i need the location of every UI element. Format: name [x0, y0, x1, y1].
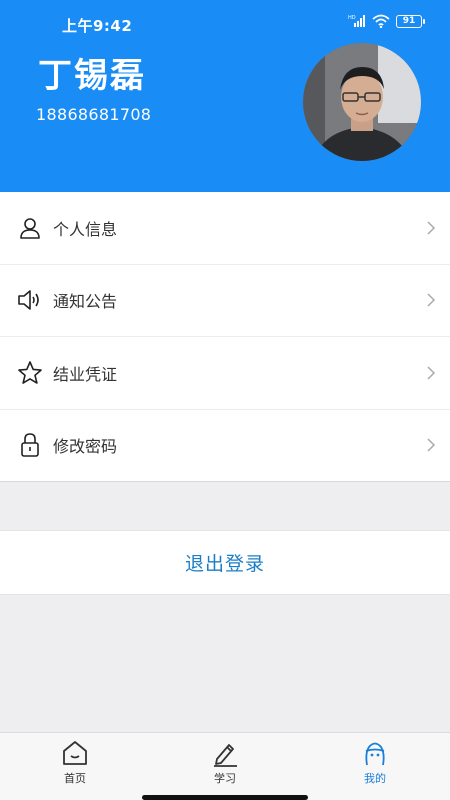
person-icon [17, 215, 43, 241]
menu-item-certificate[interactable]: 结业凭证 [0, 337, 450, 410]
signal-icon: HD [348, 15, 365, 27]
menu-item-label: 个人信息 [53, 219, 118, 239]
star-icon [17, 360, 43, 386]
avatar-photo-icon [303, 43, 421, 161]
logout-button[interactable]: 退出登录 [0, 530, 450, 595]
wifi-icon [372, 14, 390, 28]
menu-item-personal-info[interactable]: 个人信息 [0, 192, 450, 265]
bottom-tab-bar: 首页 学习 我的 [0, 732, 450, 800]
status-time: 上午9:42 [62, 17, 133, 35]
profile-face-icon [365, 742, 385, 766]
chevron-right-icon [427, 293, 436, 307]
menu-item-label: 结业凭证 [53, 364, 118, 384]
chevron-right-icon [427, 221, 436, 235]
user-phone: 18868681708 [36, 105, 152, 124]
menu-item-notices[interactable]: 通知公告 [0, 265, 450, 337]
tab-label: 学习 [214, 772, 236, 785]
avatar[interactable] [303, 43, 421, 161]
home-icon [63, 741, 87, 765]
tab-home[interactable]: 首页 [0, 733, 150, 793]
status-bar: 上午9:42 HD 91 [0, 0, 450, 50]
lock-icon [17, 432, 43, 458]
speaker-icon [17, 287, 43, 313]
pencil-icon [214, 744, 237, 767]
battery-icon: 91 [396, 14, 425, 28]
tab-mine[interactable]: 我的 [300, 733, 450, 793]
status-icons: HD 91 [348, 14, 425, 28]
chevron-right-icon [427, 366, 436, 380]
menu-item-label: 修改密码 [53, 437, 118, 457]
user-name: 丁锡磊 [38, 56, 146, 96]
tab-label: 首页 [64, 772, 86, 785]
profile-menu: 个人信息 通知公告 结业凭证 修改密码 [0, 192, 450, 482]
menu-item-label: 通知公告 [53, 292, 118, 312]
tab-label: 我的 [364, 772, 386, 785]
profile-header: 上午9:42 HD 91 丁锡磊 18868681708 [0, 0, 450, 192]
menu-item-change-password[interactable]: 修改密码 [0, 410, 450, 482]
svg-text:HD: HD [348, 15, 356, 21]
chevron-right-icon [427, 438, 436, 452]
home-indicator [142, 795, 308, 800]
tab-study[interactable]: 学习 [150, 733, 300, 793]
